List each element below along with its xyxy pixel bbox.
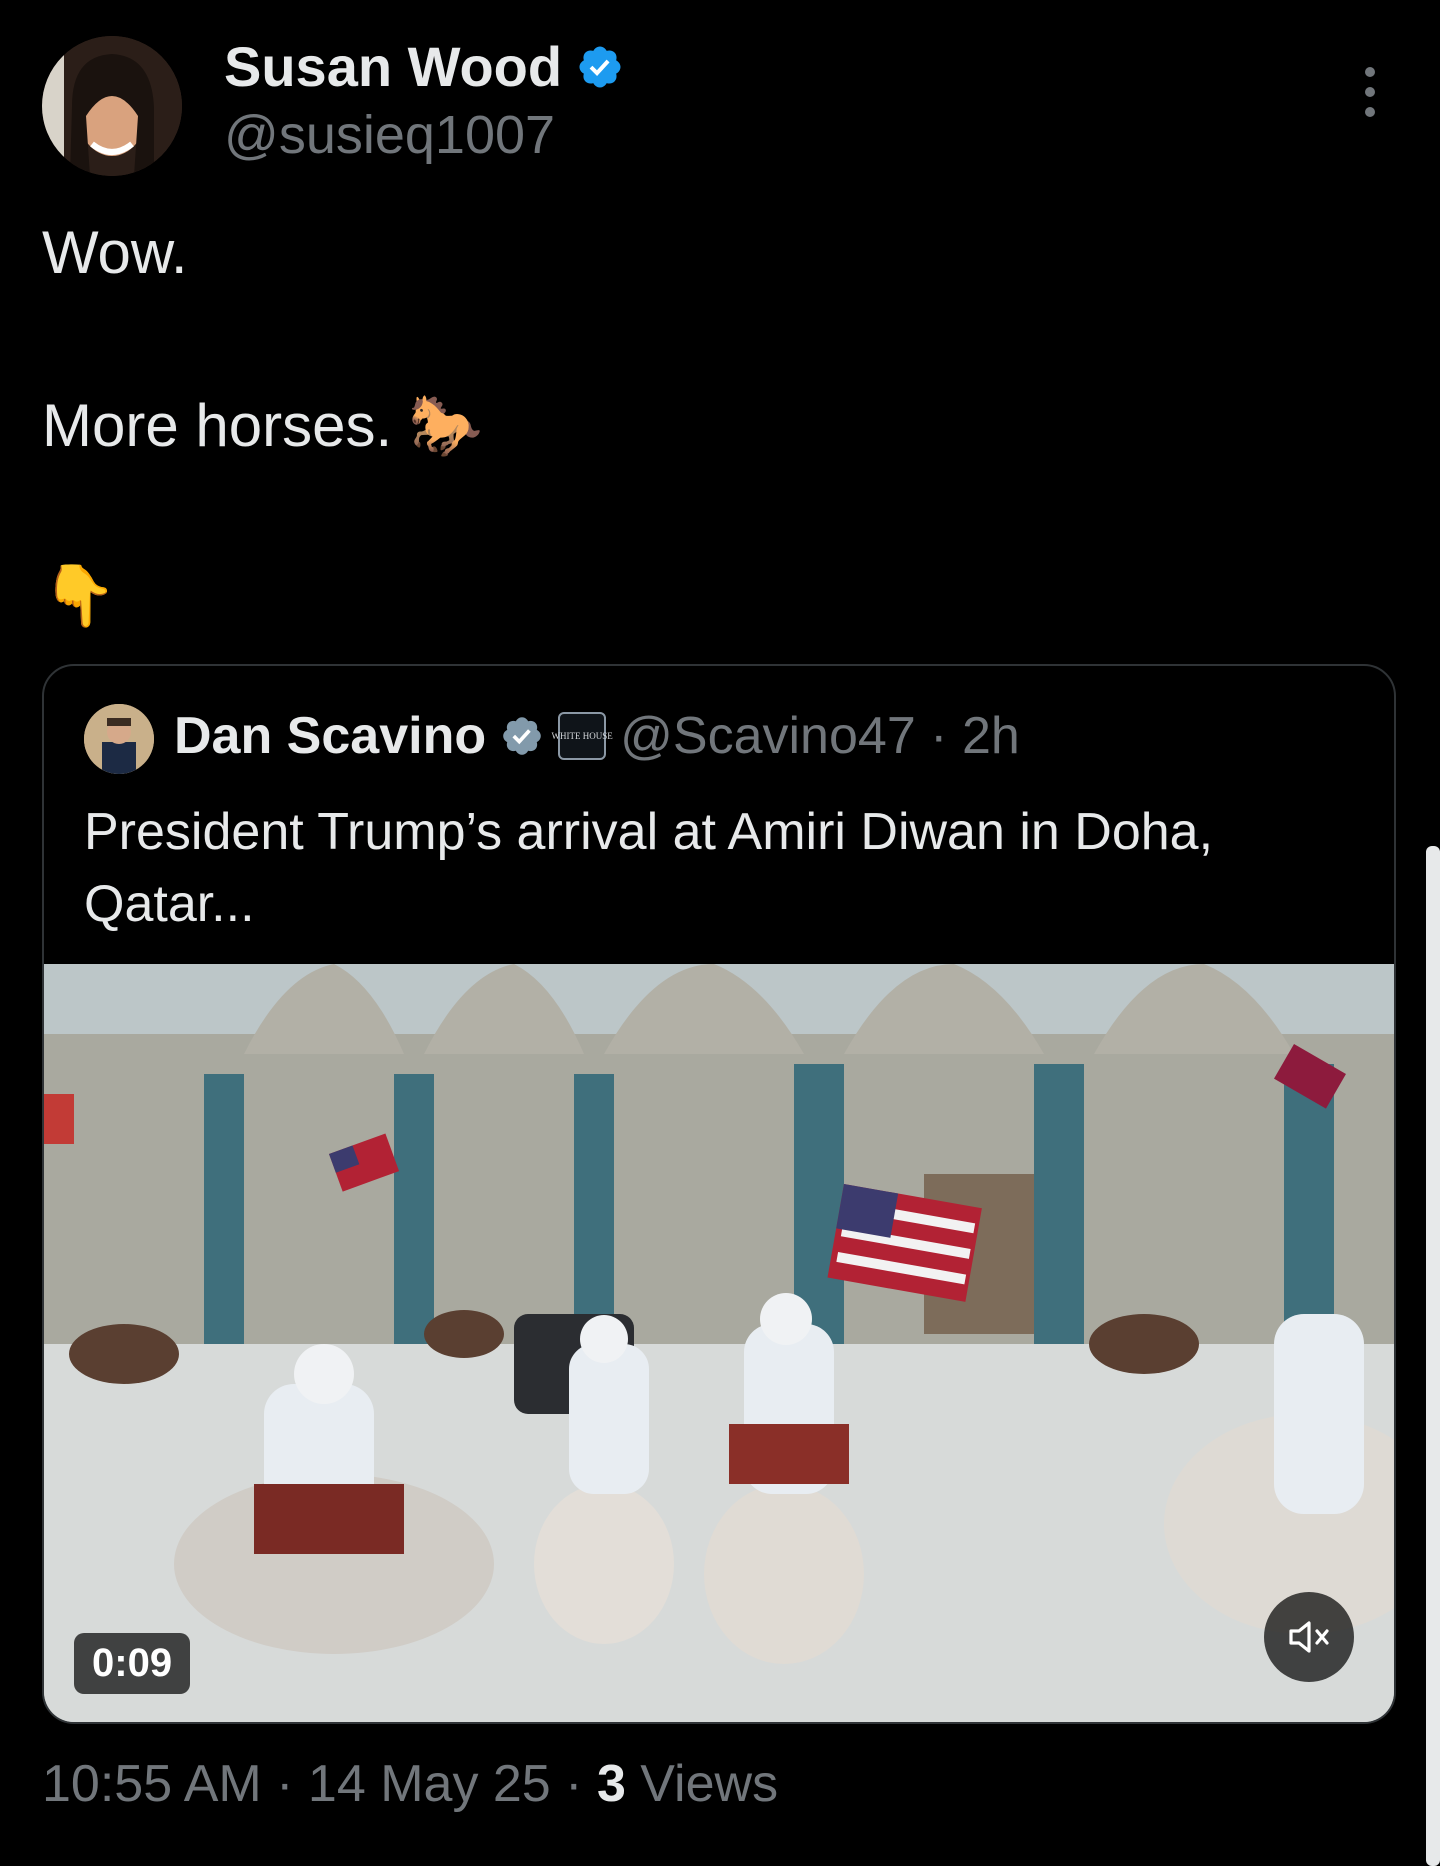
author-avatar[interactable]	[42, 36, 182, 176]
author-handle[interactable]: @susieq1007	[224, 104, 555, 166]
tweet-timestamp[interactable]: 10:55 AM · 14 May 25 ·	[42, 1755, 597, 1813]
tweet-text-line-2-text: More horses.	[42, 392, 393, 459]
quoted-tweet-text: President Trump’s arrival at Amiri Diwan…	[84, 803, 1214, 933]
scrollbar[interactable]	[1426, 846, 1440, 1866]
gray-verified-badge-icon	[503, 717, 541, 755]
video-player[interactable]: 0:09	[44, 964, 1394, 1722]
tweet-meta: 10:55 AM · 14 May 25 · 3 Views	[42, 1754, 778, 1814]
tweet-text-line-2: More horses. 🐎	[42, 390, 483, 461]
author-name[interactable]: Susan Wood	[224, 34, 624, 99]
author-name-text: Susan Wood	[224, 35, 563, 98]
speaker-muted-icon[interactable]	[1264, 1592, 1354, 1682]
video-thumbnail-image	[44, 964, 1394, 1722]
more-options-icon[interactable]	[1354, 62, 1386, 122]
quoted-tweet-header: Dan Scavino WHITE HOUSE @Scavino47 · 2h	[174, 706, 1020, 766]
verified-badge-icon	[579, 46, 621, 87]
quoted-tweet-card[interactable]: Dan Scavino WHITE HOUSE @Scavino47 · 2h …	[42, 664, 1396, 1724]
views-label: Views	[625, 1755, 779, 1813]
quoted-author-handle-time: @Scavino47 · 2h	[620, 707, 1020, 765]
tweet-text-line-1: Wow.	[42, 219, 188, 286]
white-house-affiliation-badge[interactable]: WHITE HOUSE	[551, 712, 613, 760]
quoted-author-name[interactable]: Dan Scavino	[174, 706, 486, 766]
pointing-down-emoji-icon: 👇	[42, 562, 117, 629]
video-duration-badge: 0:09	[74, 1633, 191, 1694]
quoted-author-avatar[interactable]	[84, 704, 154, 774]
views-count: 3	[596, 1755, 626, 1813]
horse-emoji-icon: 🐎	[408, 392, 483, 459]
